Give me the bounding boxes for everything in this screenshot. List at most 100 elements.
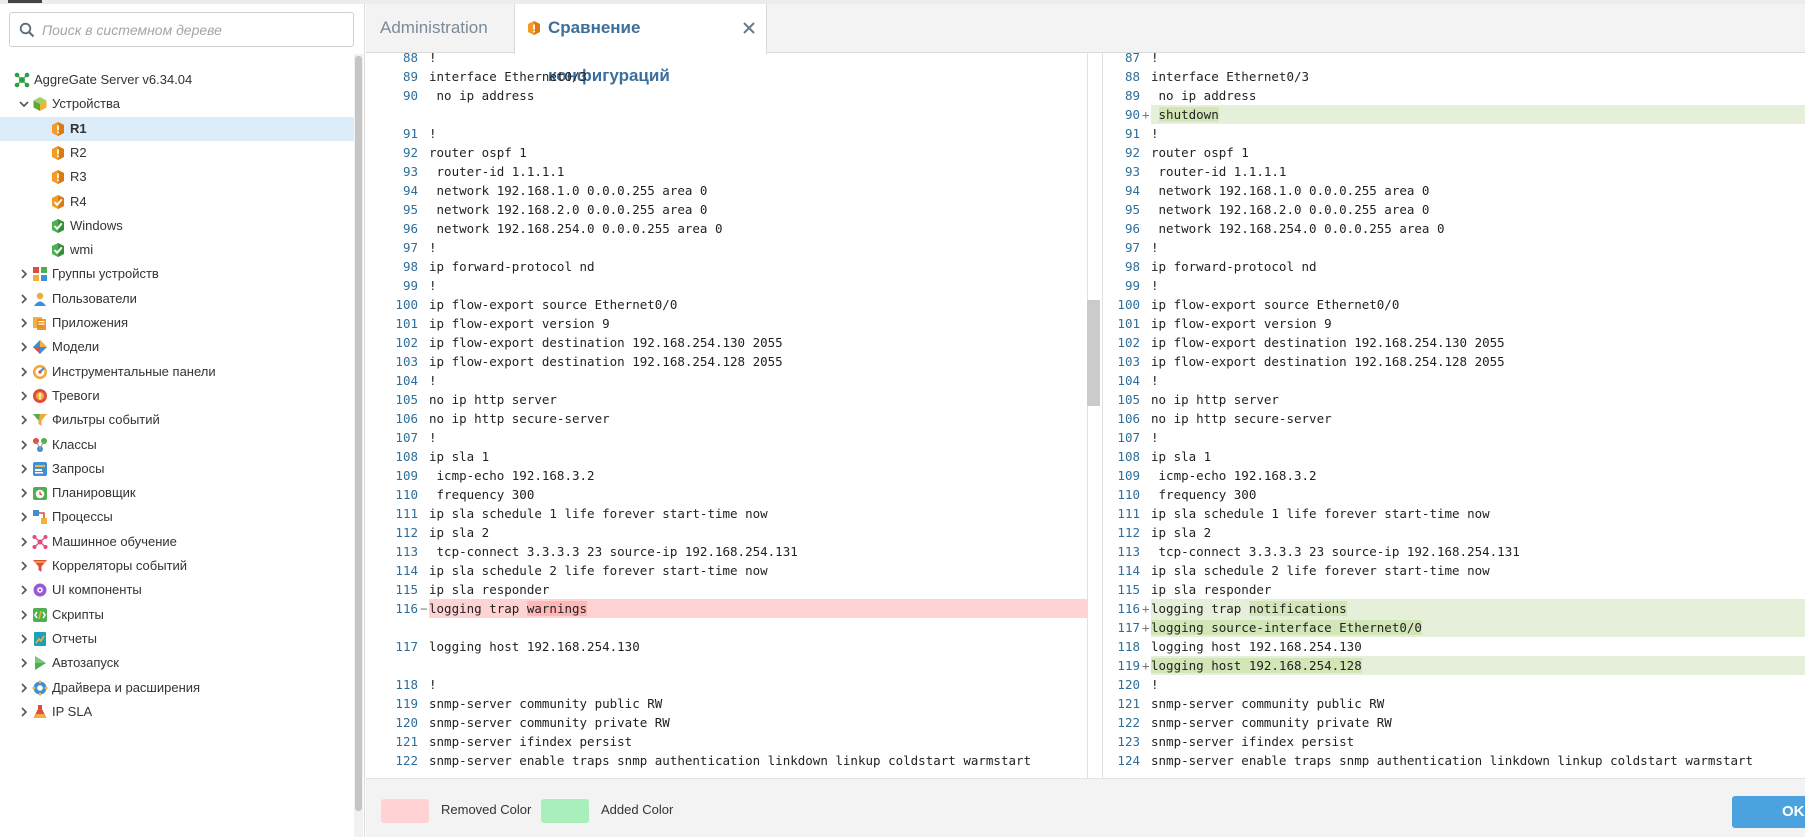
sidebar-scrollbar-thumb[interactable] — [355, 56, 362, 811]
tree-item-windows[interactable]: Windows — [0, 214, 354, 238]
diff-line: 101 ip flow-export version 9 — [1103, 314, 1805, 333]
line-text: snmp-server ifindex persist — [1151, 732, 1805, 751]
chevron-right-icon[interactable] — [18, 439, 30, 451]
chevron-right-icon[interactable] — [18, 268, 30, 280]
line-number: 94 — [1124, 183, 1140, 198]
diff-line: 93 router-id 1.1.1.1 — [381, 162, 1102, 181]
tree-search-input[interactable] — [38, 17, 343, 42]
diff-line: 106 no ip http secure-server — [1103, 409, 1805, 428]
tree-item-models[interactable]: Модели — [0, 335, 354, 359]
tree-item-processes[interactable]: Процессы — [0, 505, 354, 529]
line-text: router ospf 1 — [1151, 143, 1805, 162]
tree-item-applications[interactable]: Приложения — [0, 311, 354, 335]
tree-item-dashboards[interactable]: Инструментальные панели — [0, 360, 354, 384]
tree-item-event-filters[interactable]: Фильтры событий — [0, 408, 354, 432]
tree-item-r2[interactable]: R2 — [0, 141, 354, 165]
ok-button[interactable]: OK — [1732, 796, 1805, 828]
line-text: router-id 1.1.1.1 — [1151, 162, 1805, 181]
chevron-right-icon[interactable] — [18, 657, 30, 669]
chevron-right-icon[interactable] — [18, 487, 30, 499]
tree-item-reports[interactable]: Отчеты — [0, 627, 354, 651]
diff-line: 89 interface Ethernet0/3 — [381, 67, 1102, 86]
tree-item-wmi[interactable]: wmi — [0, 238, 354, 262]
line-text: no ip http secure-server — [429, 409, 1102, 428]
line-text-content: ! — [1151, 430, 1159, 445]
line-text: ! — [429, 53, 1102, 67]
tree-item-devices[interactable]: Устройства — [0, 92, 354, 116]
chevron-right-icon[interactable] — [18, 366, 30, 378]
added-color-swatch[interactable] — [541, 799, 589, 823]
tree-item-device-groups[interactable]: Группы устройств — [0, 262, 354, 286]
line-text-content: ! — [429, 278, 437, 293]
chevron-right-icon[interactable] — [18, 463, 30, 475]
chevron-right-icon[interactable] — [18, 633, 30, 645]
ok-button-label: OK — [1782, 803, 1805, 820]
line-text-content: no ip http server — [1151, 392, 1279, 407]
line-text-content: ip forward-protocol nd — [429, 259, 595, 274]
chevron-right-icon[interactable] — [18, 682, 30, 694]
line-text-content: icmp-echo 192.168.3.2 — [429, 468, 595, 483]
diff-scrollbar-thumb[interactable] — [1087, 300, 1100, 406]
diff-line: 122 snmp-server community private RW — [1103, 713, 1805, 732]
tree-search-box[interactable] — [9, 12, 354, 47]
tree-item-machine-learning[interactable]: Машинное обучение — [0, 530, 354, 554]
tree-item-scripts[interactable]: Скрипты — [0, 603, 354, 627]
chevron-right-icon[interactable] — [18, 536, 30, 548]
chevron-right-icon[interactable] — [18, 584, 30, 596]
line-number: 108 — [1117, 449, 1140, 464]
diff-line: 110 frequency 300 — [1103, 485, 1805, 504]
chevron-right-icon[interactable] — [18, 341, 30, 353]
device-warning-icon — [52, 170, 64, 185]
chevron-right-icon[interactable] — [18, 511, 30, 523]
line-text-content: ! — [429, 53, 437, 65]
tree-item-label: Тревоги — [52, 387, 100, 403]
line-text: network 192.168.2.0 0.0.0.255 area 0 — [429, 200, 1102, 219]
tab-administration[interactable]: Administration — [366, 4, 513, 53]
tree-item-drivers[interactable]: Драйвера и расширения — [0, 676, 354, 700]
line-number: 109 — [1117, 468, 1140, 483]
diff-pane-left[interactable]: 88! 89 interface Ethernet0/3 90 no ip addre… — [381, 53, 1102, 778]
line-number: 101 — [395, 316, 418, 331]
diff-line-added: 116 + logging trap notifications — [1103, 599, 1805, 618]
line-text-content: ! — [1151, 278, 1159, 293]
event-filters-icon — [33, 414, 47, 427]
line-text: ip flow-export destination 192.168.254.1… — [1151, 333, 1805, 352]
chevron-right-icon[interactable] — [18, 414, 30, 426]
line-text-content: network 192.168.1.0 0.0.0.255 area 0 — [1151, 183, 1430, 198]
tree-item-scheduler[interactable]: Планировщик — [0, 481, 354, 505]
line-text: ! — [429, 124, 1102, 143]
chevron-down-icon[interactable] — [18, 98, 30, 110]
diff-line: 115 ip sla responder — [1103, 580, 1805, 599]
tree-item-r4[interactable]: R4 — [0, 190, 354, 214]
tree-item-event-correlators[interactable]: Корреляторы событий — [0, 554, 354, 578]
diff-line: 91! — [1103, 124, 1805, 143]
chevron-right-icon[interactable] — [18, 317, 30, 329]
removed-color-swatch[interactable] — [381, 799, 429, 823]
close-icon[interactable] — [742, 21, 756, 35]
line-text-content: ip sla schedule 1 life forever start-tim… — [1151, 506, 1490, 521]
chevron-right-icon[interactable] — [18, 293, 30, 305]
line-number: 91 — [402, 126, 418, 141]
tree-item-queries[interactable]: Запросы — [0, 457, 354, 481]
chevron-right-icon[interactable] — [18, 609, 30, 621]
line-text-content: interface Ethernet0/3 — [429, 69, 588, 84]
tree-item-r1[interactable]: R1 — [0, 116, 354, 141]
tree-item-classes[interactable]: Классы — [0, 433, 354, 457]
tree-item-label: Процессы — [52, 509, 113, 525]
tree-item-alerts[interactable]: Тревоги — [0, 384, 354, 408]
tab-config-compare[interactable]: Сравнение конфигураций — [514, 4, 767, 85]
tree-item-ip-sla[interactable]: IP SLA — [0, 700, 354, 724]
users-icon — [34, 292, 46, 306]
tree-item-autorun[interactable]: Автозапуск — [0, 651, 354, 675]
chevron-right-icon[interactable] — [18, 706, 30, 718]
tree-item-ui-components[interactable]: UI компоненты — [0, 578, 354, 602]
tree-item-r3[interactable]: R3 — [0, 165, 354, 189]
reports-icon — [34, 631, 46, 646]
tree-item-aggregate-server[interactable]: AggreGate Server v6.34.04 — [0, 68, 354, 92]
line-text-content: router ospf 1 — [1151, 145, 1249, 160]
diff-pane-right[interactable]: 87! 88 interface Ethernet0/3 89 no ip addre… — [1103, 53, 1805, 778]
tree-item-users[interactable]: Пользователи — [0, 287, 354, 311]
chevron-right-icon[interactable] — [18, 390, 30, 402]
chevron-right-icon[interactable] — [18, 560, 30, 572]
scheduler-icon — [33, 487, 47, 501]
